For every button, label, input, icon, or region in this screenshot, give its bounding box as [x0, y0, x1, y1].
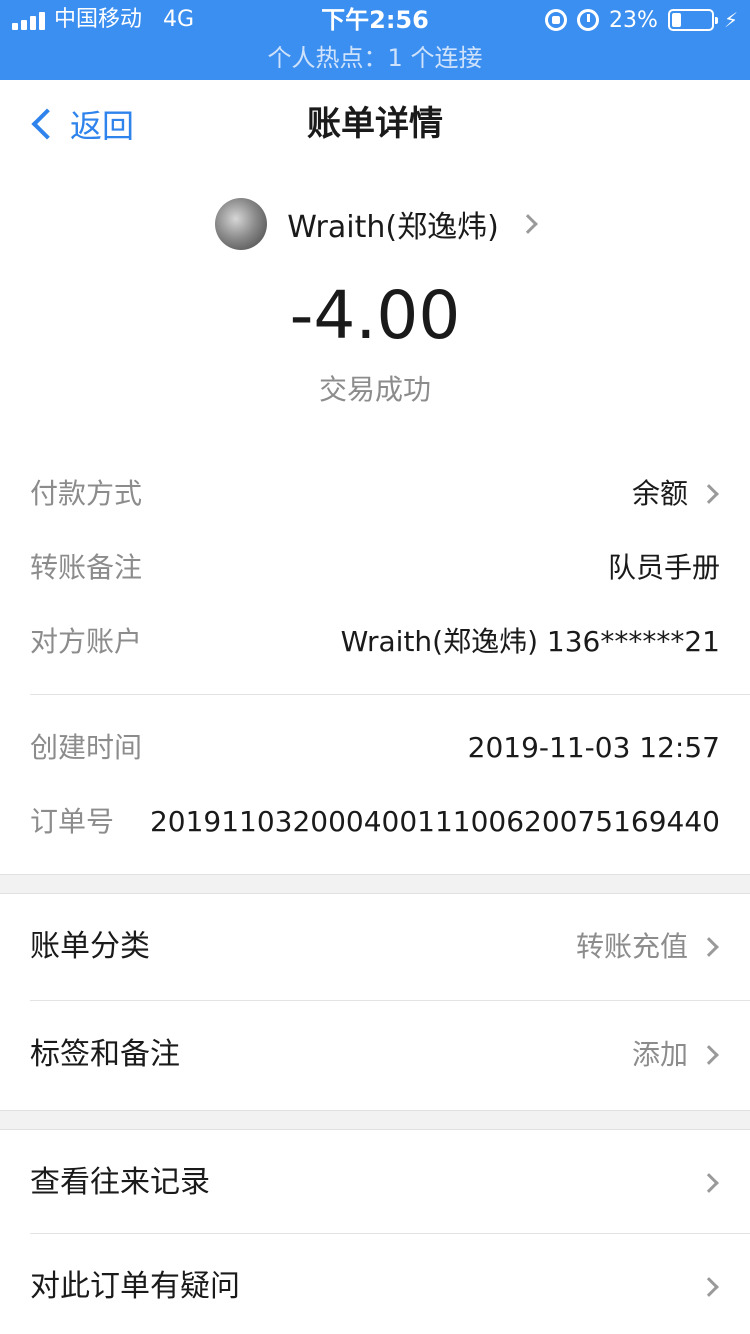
detail-row-payment-method[interactable]: 付款方式 余额 [30, 470, 720, 518]
detail-row-created-time: 创建时间 2019-11-03 12:57 [30, 724, 720, 772]
chevron-right-icon [699, 937, 719, 957]
avatar [215, 198, 268, 250]
row-label: 对此订单有疑问 [30, 1269, 240, 1304]
transaction-history-row[interactable]: 查看往来记录 [0, 1130, 750, 1236]
divider [30, 1000, 750, 1001]
status-bar: 中国移动 4G 下午2:56 23% ⚡ 个人热点：1 个连接 [0, 0, 750, 80]
detail-label: 付款方式 [30, 477, 143, 510]
order-question-row[interactable]: 对此订单有疑问 [0, 1234, 750, 1334]
row-label: 账单分类 [30, 929, 150, 964]
payee-name: Wraith(郑逸炜) [287, 210, 499, 245]
alarm-icon [577, 9, 600, 31]
chevron-right-icon [699, 1173, 719, 1193]
section-gap [0, 874, 750, 894]
detail-row-remark: 转账备注 队员手册 [30, 544, 720, 592]
row-label: 标签和备注 [30, 1037, 180, 1072]
detail-row-counterparty: 对方账户 Wraith(郑逸炜) 136******21 [30, 618, 720, 666]
detail-row-order-number[interactable]: 订单号 20191103200040011100620075169440 [30, 798, 720, 846]
hotspot-banner[interactable]: 个人热点：1 个连接 [0, 42, 750, 74]
divider [30, 694, 750, 695]
nav-bar: 返回 账单详情 [0, 80, 750, 170]
tags-notes-row[interactable]: 标签和备注 添加 [0, 1002, 750, 1108]
battery-percent: 23% [609, 7, 658, 33]
detail-value: 余额 [631, 477, 688, 510]
chevron-right-icon [517, 214, 538, 234]
detail-value: 2019-11-03 12:57 [467, 731, 720, 764]
trade-status: 交易成功 [318, 373, 431, 406]
battery-icon [667, 9, 718, 31]
detail-value: 队员手册 [607, 551, 720, 584]
section-gap [0, 1110, 750, 1130]
payee-header[interactable]: Wraith(郑逸炜) [0, 196, 750, 252]
charging-icon: ⚡ [723, 8, 738, 32]
chevron-right-icon [699, 1045, 719, 1065]
page-title: 账单详情 [307, 104, 443, 144]
detail-value: Wraith(郑逸炜) 136******21 [340, 625, 720, 658]
row-value: 转账充值 [575, 930, 688, 963]
detail-label: 创建时间 [30, 731, 143, 764]
row-value: 添加 [631, 1038, 688, 1071]
chevron-right-icon [699, 1277, 719, 1297]
amount: -4.00 [289, 277, 461, 354]
detail-value: 20191103200040011100620075169440 [149, 805, 720, 838]
bill-category-row[interactable]: 账单分类 转账充值 [0, 894, 750, 1000]
chevron-right-icon [699, 484, 719, 504]
detail-label: 订单号 [30, 805, 115, 838]
row-label: 查看往来记录 [30, 1165, 210, 1200]
orientation-lock-icon [545, 9, 568, 31]
detail-label: 转账备注 [30, 551, 143, 584]
detail-label: 对方账户 [30, 625, 143, 658]
